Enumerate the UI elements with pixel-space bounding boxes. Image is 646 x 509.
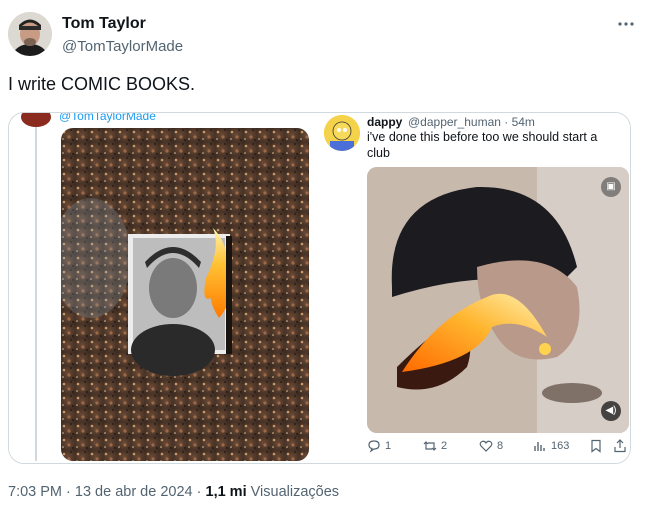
like-button[interactable]: 8 — [479, 439, 503, 453]
heart-icon — [479, 440, 493, 452]
reply-video[interactable]: ▣ ◀) — [367, 167, 629, 433]
reply-icon — [368, 440, 380, 453]
retweet-button[interactable]: 2 — [423, 439, 447, 453]
views-button[interactable]: 163 — [533, 439, 569, 453]
more-horizontal-icon[interactable] — [614, 14, 638, 34]
reply-avatar — [324, 115, 360, 151]
reply-text: i've done this before too we should star… — [367, 130, 598, 160]
author-avatar-image — [8, 12, 52, 56]
thread-line — [35, 121, 37, 461]
reply-action-bar: 1 2 8 163 — [367, 439, 629, 455]
reply-count: 1 — [385, 440, 392, 452]
reply-avatar-image — [324, 115, 360, 151]
tweet-text: I write COMIC BOOKS. — [8, 74, 196, 94]
reply-button[interactable]: 1 — [367, 439, 391, 453]
reply-handle-time: @dapper_human · 54m — [408, 115, 535, 129]
retweet-icon — [423, 441, 437, 451]
share-button[interactable] — [613, 439, 627, 453]
tweet-media[interactable]: @TomTaylorMade dappy @dapper_human · 54m… — [8, 112, 631, 464]
total-views-count: 1,1 mi — [205, 484, 247, 500]
burning-photo-drawing — [61, 128, 309, 461]
sound-icon[interactable]: ◀) — [601, 401, 621, 421]
bookmark-icon — [591, 439, 601, 453]
retweet-count: 2 — [441, 440, 448, 452]
timestamp[interactable]: 7:03 PM · 13 de abr de 2024 · — [8, 484, 206, 500]
views-label: Visualizações — [246, 484, 340, 500]
like-count: 8 — [497, 440, 504, 452]
tweet-footer: 7:03 PM · 13 de abr de 2024 · 1,1 mi Vis… — [8, 484, 339, 500]
bar-chart-icon — [534, 442, 545, 451]
bookmark-button[interactable] — [589, 439, 603, 453]
author-handle[interactable]: @TomTaylorMade — [62, 38, 183, 55]
embedded-reply: dappy @dapper_human · 54m i've done this… — [315, 113, 630, 463]
embedded-avatar — [21, 113, 51, 127]
author-avatar[interactable] — [8, 12, 52, 56]
author-name[interactable]: Tom Taylor — [62, 15, 146, 33]
tweet-header: Tom Taylor @TomTaylorMade — [8, 12, 638, 60]
share-icon — [614, 439, 626, 453]
embedded-handle: @TomTaylorMade — [59, 112, 156, 123]
embedded-tweet-left: @TomTaylorMade — [9, 113, 315, 463]
reply-name: dappy — [367, 115, 403, 129]
reply-video-frame — [367, 167, 629, 433]
burning-photo-image[interactable] — [61, 128, 309, 461]
views-count: 163 — [551, 440, 570, 452]
gif-badge-icon: ▣ — [601, 177, 621, 197]
